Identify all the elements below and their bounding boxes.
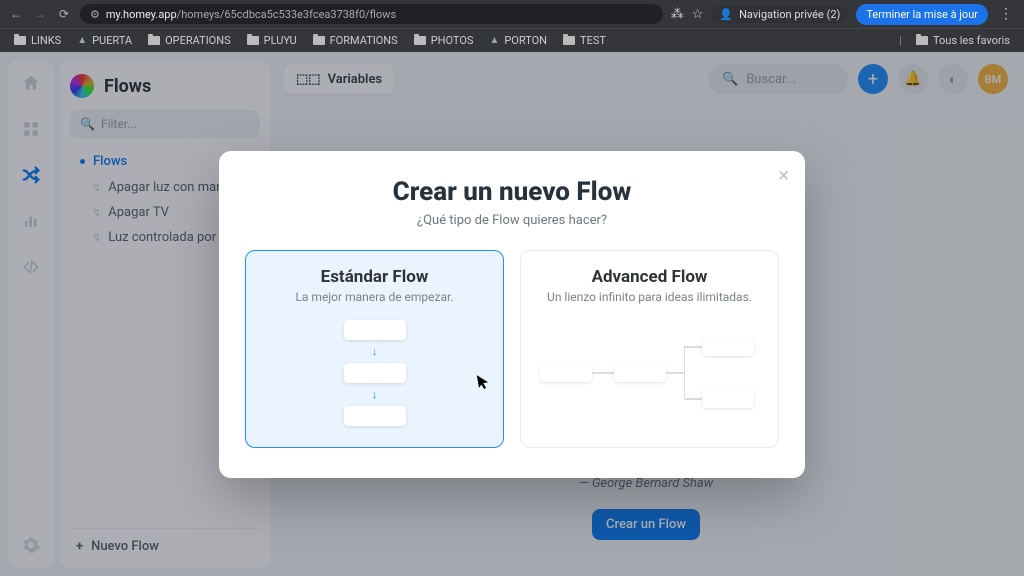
url-text: my.homey.app/homeys/65cdbca5c533e3fcea37… — [106, 8, 396, 21]
modal-overlay[interactable]: × Crear un nuevo Flow ¿Qué tipo de Flow … — [0, 52, 1024, 576]
update-button[interactable]: Terminer la mise à jour — [856, 4, 988, 25]
folder-icon — [414, 36, 426, 45]
incognito-indicator: 👤 Navigation privée (2) — [711, 6, 848, 23]
star-icon[interactable]: ☆ — [692, 7, 704, 22]
card-subtitle: La mejor manera de empezar. — [258, 290, 491, 304]
divider: | — [899, 34, 902, 47]
advanced-flow-card[interactable]: Advanced Flow Un lienzo infinito para id… — [520, 250, 779, 448]
translate-icon[interactable]: ⁂ — [671, 7, 684, 22]
back-button[interactable]: ← — [8, 6, 24, 22]
advanced-flow-thumb — [533, 314, 766, 433]
bookmark-pluyu[interactable]: PLUYU — [243, 32, 301, 49]
create-flow-modal: × Crear un nuevo Flow ¿Qué tipo de Flow … — [219, 151, 805, 478]
address-bar[interactable]: ⚙ my.homey.app/homeys/65cdbca5c533e3fcea… — [80, 4, 663, 24]
reload-button[interactable]: ⟳ — [56, 6, 72, 22]
standard-flow-card[interactable]: Estándar Flow La mejor manera de empezar… — [245, 250, 504, 448]
browser-menu-button[interactable]: ⋮ — [996, 6, 1016, 22]
card-subtitle: Un lienzo infinito para ideas ilimitadas… — [533, 290, 766, 304]
modal-title: Crear un nuevo Flow — [245, 177, 779, 207]
site-lock-icon: ⚙ — [90, 8, 100, 21]
bookmark-all-favorites[interactable]: Tous les favoris — [912, 32, 1014, 49]
cursor-icon — [477, 373, 492, 391]
bookmark-operations[interactable]: OPERATIONS — [144, 32, 235, 49]
folder-icon — [148, 36, 160, 45]
folder-icon — [247, 36, 259, 45]
bookmark-puerta[interactable]: ▲PUERTA — [73, 32, 136, 49]
close-button[interactable]: × — [778, 163, 789, 187]
folder-icon — [14, 36, 26, 45]
card-title: Estándar Flow — [258, 267, 491, 287]
close-icon: × — [778, 163, 789, 187]
incognito-icon: 👤 — [719, 8, 733, 21]
puerta-icon: ▲ — [77, 35, 87, 46]
bookmark-porton[interactable]: ▲PORTON — [485, 32, 551, 49]
modal-subtitle: ¿Qué tipo de Flow quieres hacer? — [245, 213, 779, 228]
bookmark-formations[interactable]: FORMATIONS — [309, 32, 402, 49]
bookmark-photos[interactable]: PHOTOS — [410, 32, 478, 49]
standard-flow-thumb: ↓ ↓ — [258, 314, 491, 433]
folder-icon — [313, 36, 325, 45]
bookmark-links[interactable]: LINKS — [10, 32, 65, 49]
card-title: Advanced Flow — [533, 267, 766, 287]
folder-icon — [916, 36, 928, 45]
porton-icon: ▲ — [489, 35, 499, 46]
forward-button[interactable]: → — [32, 6, 48, 22]
bookmark-test[interactable]: TEST — [559, 32, 610, 49]
bookmarks-bar: LINKS ▲PUERTA OPERATIONS PLUYU FORMATION… — [0, 28, 1024, 52]
folder-icon — [563, 36, 575, 45]
